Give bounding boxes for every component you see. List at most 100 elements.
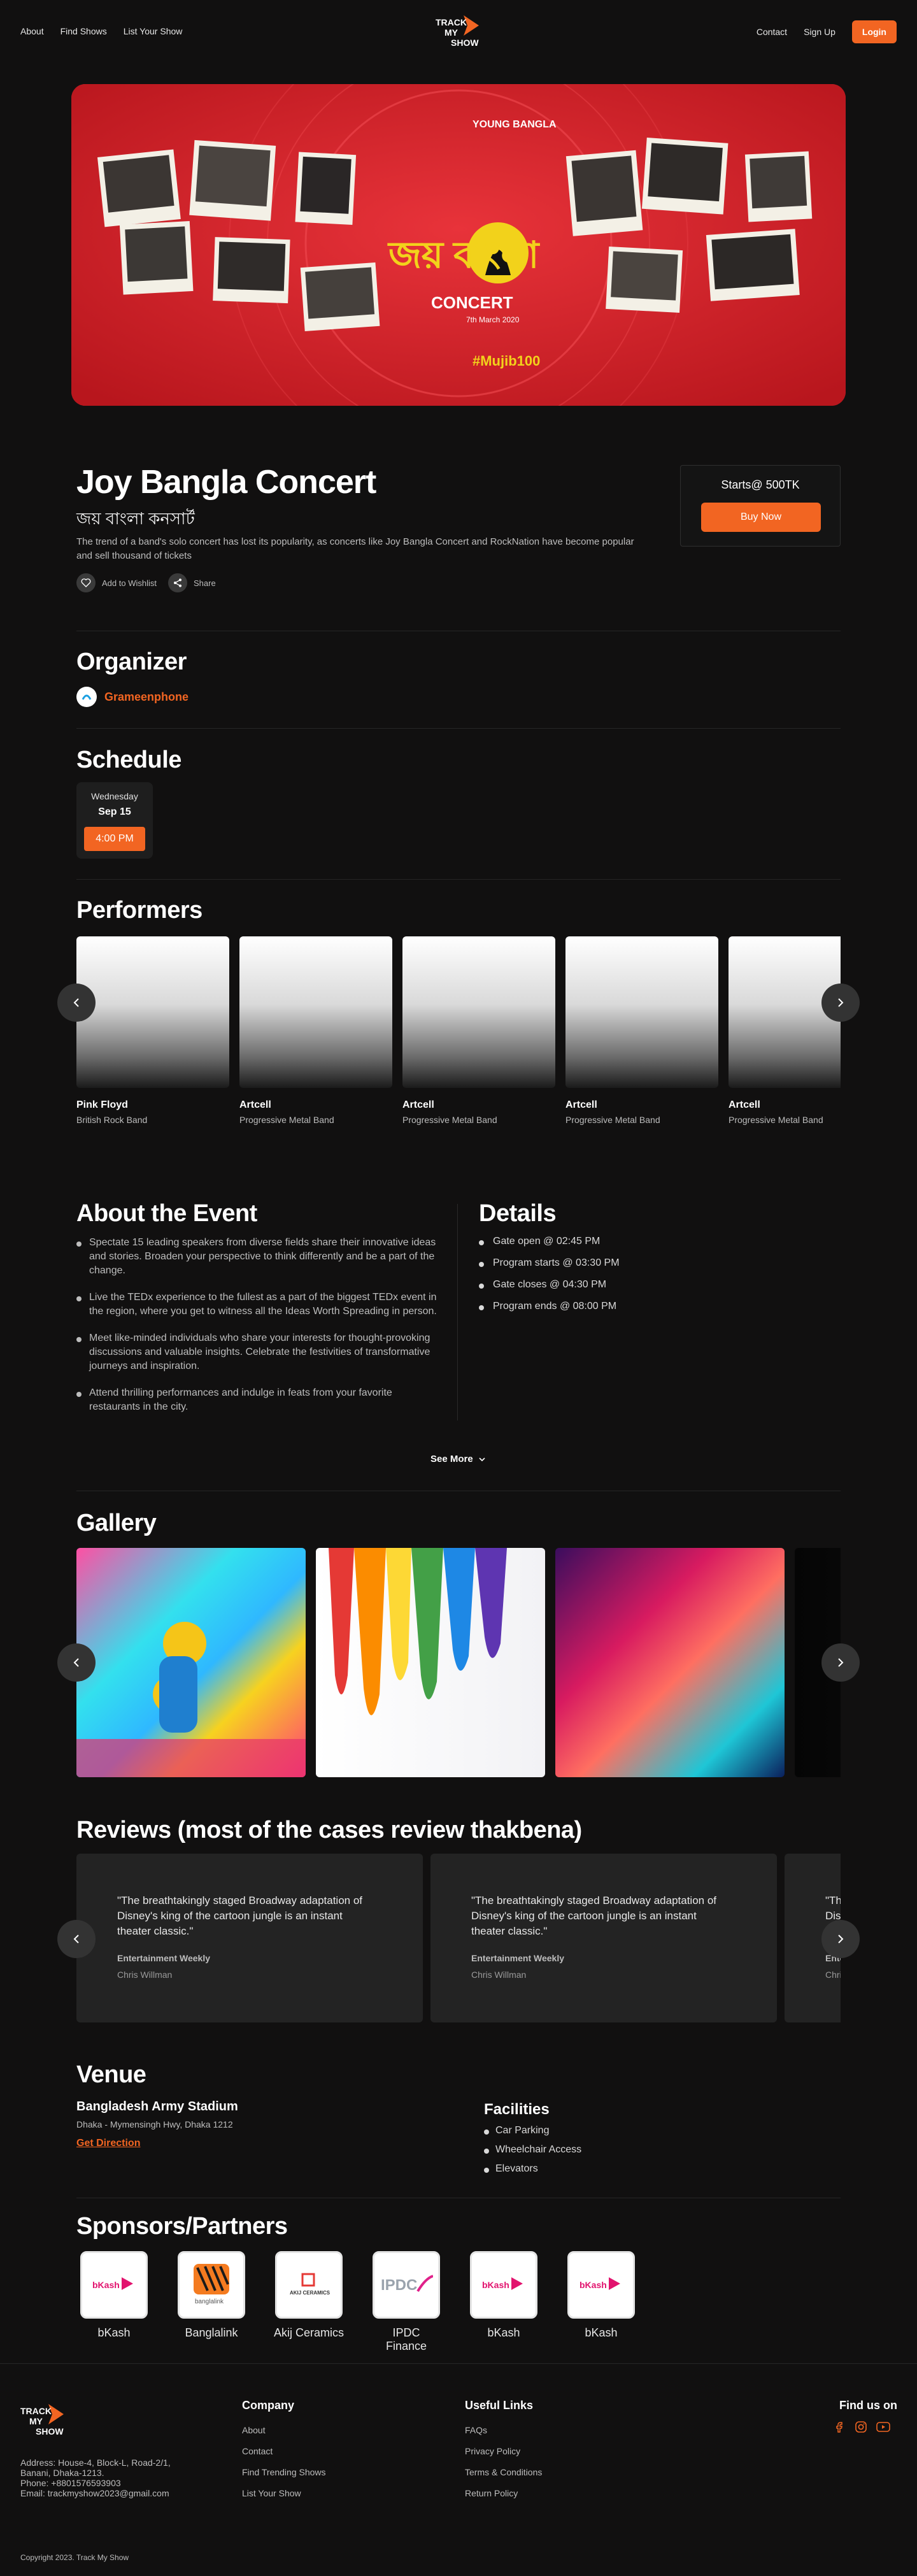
footer-useful-heading: Useful Links bbox=[465, 2399, 534, 2412]
share-icon bbox=[167, 573, 187, 592]
photo-polaroid bbox=[641, 137, 729, 215]
footer-logo-text-show: SHOW bbox=[36, 2426, 64, 2436]
organizer-link[interactable]: Grameenphone bbox=[76, 687, 188, 707]
wishlist-button[interactable]: Add to Wishlist bbox=[76, 573, 157, 592]
gallery-image[interactable] bbox=[555, 1548, 785, 1777]
venue-address: Dhaka - Mymensingh Hwy, Dhaka 1212 bbox=[76, 2119, 233, 2129]
photo-polaroid bbox=[97, 149, 181, 227]
nav-link-about[interactable]: About bbox=[20, 26, 44, 36]
sponsor-item[interactable]: IPDC IPDC Finance bbox=[371, 2251, 441, 2353]
footer-link-faqs[interactable]: FAQs bbox=[465, 2425, 542, 2446]
photo-polaroid bbox=[744, 151, 813, 222]
footer-link-list-your-show[interactable]: List Your Show bbox=[242, 2488, 326, 2509]
footer-link-return-policy[interactable]: Return Policy bbox=[465, 2488, 542, 2509]
sponsor-logo-text: bKash bbox=[482, 2280, 509, 2290]
footer-link-find-trending-shows[interactable]: Find Trending Shows bbox=[242, 2467, 326, 2488]
sponsor-logo: banglalink bbox=[178, 2251, 245, 2319]
footer-logo-text-my: MY bbox=[29, 2416, 43, 2426]
performer-card[interactable]: Artcell Progressive Metal Band bbox=[565, 936, 718, 1125]
gallery-prev-button[interactable] bbox=[57, 1643, 96, 1682]
nav-link-contact[interactable]: Contact bbox=[757, 27, 787, 37]
performer-card[interactable]: Artcell Progressive Metal Band bbox=[239, 936, 392, 1125]
chevron-right-icon bbox=[838, 1935, 844, 1943]
performer-genre: Progressive Metal Band bbox=[565, 1115, 660, 1125]
chevron-left-icon bbox=[73, 1658, 79, 1667]
performers-carousel: Pink Floyd British Rock Band Artcell Pro… bbox=[76, 936, 841, 1127]
photo-polaroid bbox=[706, 229, 800, 301]
nav-link-sign-up[interactable]: Sign Up bbox=[804, 27, 835, 37]
footer-link-privacy-policy[interactable]: Privacy Policy bbox=[465, 2446, 542, 2467]
event-actions: Add to Wishlist Share bbox=[76, 573, 216, 592]
performer-card[interactable]: Pink Floyd British Rock Band bbox=[76, 936, 229, 1125]
banner-title-bn: জয় বাংলা bbox=[387, 234, 540, 276]
performer-photo bbox=[76, 936, 229, 1088]
share-label: Share bbox=[193, 578, 216, 588]
gallery-image[interactable] bbox=[76, 1548, 306, 1777]
performer-photo bbox=[402, 936, 555, 1088]
performer-card[interactable]: Artcell Progressive Metal Band bbox=[729, 936, 841, 1125]
reviews-next-button[interactable] bbox=[821, 1920, 860, 1958]
see-more-label: See More bbox=[430, 1454, 473, 1464]
facebook-icon[interactable] bbox=[833, 2421, 846, 2433]
gallery-image-art bbox=[76, 1622, 306, 1777]
sponsor-item[interactable]: bKash bKash bbox=[469, 2251, 539, 2340]
reviews-prev-button[interactable] bbox=[57, 1920, 96, 1958]
chevron-right-icon bbox=[838, 998, 844, 1007]
sponsor-item[interactable]: bKash bKash bbox=[566, 2251, 636, 2340]
see-more-button[interactable]: See More bbox=[430, 1454, 486, 1464]
performers-prev-button[interactable] bbox=[57, 984, 96, 1022]
footer-link-contact[interactable]: Contact bbox=[242, 2446, 326, 2467]
facility-item: Elevators bbox=[484, 2163, 581, 2182]
banner-subtitle: CONCERT bbox=[431, 293, 513, 312]
footer-link-about[interactable]: About bbox=[242, 2425, 326, 2446]
gallery-heading: Gallery bbox=[76, 1510, 157, 1536]
login-button[interactable]: Login bbox=[851, 20, 897, 43]
performer-name: Artcell bbox=[239, 1099, 271, 1110]
get-direction-link[interactable]: Get Direction bbox=[76, 2138, 140, 2149]
youtube-icon[interactable] bbox=[876, 2421, 890, 2433]
facilities-list: Car Parking Wheelchair Access Elevators bbox=[484, 2125, 581, 2182]
sponsor-item[interactable]: banglalink Banglalink bbox=[176, 2251, 246, 2340]
track-my-show-logo[interactable]: TRACK MY SHOW bbox=[433, 11, 484, 51]
instagram-icon[interactable] bbox=[855, 2421, 867, 2433]
logo-text-my: MY bbox=[444, 27, 458, 38]
nav-link-list-your-show[interactable]: List Your Show bbox=[124, 26, 183, 36]
nav-right-links: Contact Sign Up Login bbox=[757, 20, 897, 43]
buy-now-button[interactable]: Buy Now bbox=[701, 503, 821, 532]
footer-divider bbox=[0, 2363, 917, 2364]
sponsor-name: bKash bbox=[585, 2326, 618, 2339]
footer-company-column: Company About Contact Find Trending Show… bbox=[242, 2399, 326, 2509]
grameenphone-logo-icon bbox=[76, 687, 97, 707]
gallery-image[interactable] bbox=[316, 1548, 545, 1777]
sponsor-name: IPDC Finance bbox=[385, 2326, 427, 2352]
sponsor-item[interactable]: AKIJ CERAMICS Akij Ceramics bbox=[274, 2251, 344, 2340]
sponsor-logo-text: IPDC bbox=[381, 2277, 417, 2294]
schedule-time[interactable]: 4:00 PM bbox=[84, 827, 145, 851]
event-title: Joy Bangla Concert bbox=[76, 464, 376, 501]
sponsor-name: Akij Ceramics bbox=[274, 2326, 345, 2339]
photo-polaroid bbox=[606, 247, 683, 313]
performer-name: Artcell bbox=[565, 1099, 597, 1110]
logo-text-show: SHOW bbox=[451, 38, 479, 48]
review-source: Entertainment Weekly bbox=[117, 1953, 211, 1963]
footer-address-line: Banani, Dhaka-1213. bbox=[20, 2468, 104, 2478]
facilities-heading: Facilities bbox=[484, 2101, 550, 2118]
about-point: Attend thrilling performances and indulg… bbox=[76, 1386, 439, 1414]
nav-link-find-shows[interactable]: Find Shows bbox=[60, 26, 107, 36]
performers-next-button[interactable] bbox=[821, 984, 860, 1022]
performer-genre: British Rock Band bbox=[76, 1115, 148, 1125]
performer-card[interactable]: Artcell Progressive Metal Band bbox=[402, 936, 555, 1125]
share-button[interactable]: Share bbox=[167, 573, 216, 592]
schedule-date: Sep 15 bbox=[98, 806, 131, 817]
page: About Find Shows List Your Show TRACK MY… bbox=[0, 0, 917, 2576]
schedule-card[interactable]: Wednesday Sep 15 4:00 PM bbox=[76, 782, 153, 859]
performer-name: Pink Floyd bbox=[76, 1099, 128, 1110]
event-banner: জয় বাংলা CONCERT 7th March 2020 #Mujib1… bbox=[71, 84, 846, 406]
performer-photo bbox=[239, 936, 392, 1088]
footer-logo[interactable]: TRACK MY SHOW bbox=[19, 2400, 70, 2440]
details-item: Gate closes @ 04:30 PM bbox=[479, 1279, 620, 1293]
footer-link-terms[interactable]: Terms & Conditions bbox=[465, 2467, 542, 2488]
sponsor-item[interactable]: bKash bKash bbox=[79, 2251, 149, 2340]
footer-address-line: Address: House-4, Block-L, Road-2/1, bbox=[20, 2458, 171, 2468]
gallery-next-button[interactable] bbox=[821, 1643, 860, 1682]
